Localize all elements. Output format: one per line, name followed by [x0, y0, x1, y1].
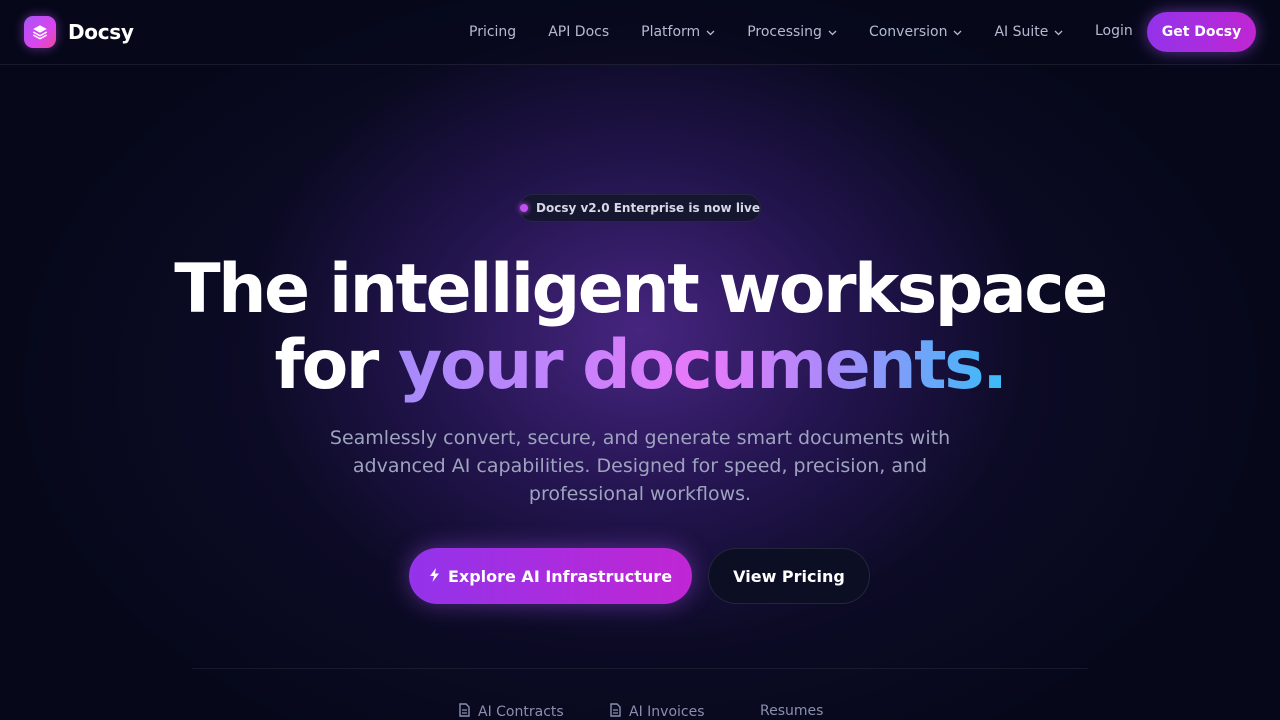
brand-logo[interactable]: Docsy: [24, 16, 134, 48]
announcement-badge[interactable]: Docsy v2.0 Enterprise is now live: [519, 194, 761, 222]
headline-line-2-prefix: for: [274, 326, 399, 405]
chevron-down-icon: [1054, 24, 1063, 40]
tab-label: Resumes: [760, 703, 824, 719]
headline-highlight: your documents.: [398, 326, 1008, 405]
layers-icon: [24, 16, 56, 48]
chevron-down-icon: [706, 24, 715, 40]
tab-resumes[interactable]: Resumes: [760, 703, 823, 719]
primary-cta-label: Explore AI Infrastructure: [447, 566, 673, 586]
nav-links: Pricing API Docs Platform Processing Con…: [469, 0, 1095, 64]
nav-link-pricing[interactable]: Pricing: [469, 24, 516, 40]
nav-link-processing[interactable]: Processing: [747, 24, 837, 40]
tab-ai-contracts[interactable]: AI Contracts: [459, 703, 564, 720]
nav-link-api-docs[interactable]: API Docs: [548, 24, 609, 40]
top-navigation: Docsy Pricing API Docs Platform Processi…: [0, 0, 1280, 65]
nav-link-platform[interactable]: Platform: [641, 24, 715, 40]
section-divider: [192, 668, 1088, 669]
tab-ai-invoices[interactable]: AI Invoices: [610, 703, 705, 720]
use-case-tabs: AI Contracts AI Invoices Resumes: [0, 703, 1280, 720]
explore-ai-infrastructure-button[interactable]: Explore AI Infrastructure: [409, 548, 692, 604]
get-docsy-button[interactable]: Get Docsy: [1147, 12, 1256, 52]
document-icon: [459, 703, 470, 720]
badge-text: Docsy v2.0 Enterprise is now live: [536, 201, 761, 215]
headline-line-1: The intelligent workspace: [174, 250, 1108, 329]
view-pricing-button[interactable]: View Pricing: [708, 548, 870, 604]
nav-link-conversion[interactable]: Conversion: [869, 24, 963, 40]
status-dot: [520, 204, 528, 212]
chevron-down-icon: [828, 24, 837, 40]
nav-link-label: AI Suite: [994, 24, 1049, 40]
chevron-down-icon: [953, 24, 962, 40]
nav-link-label: API Docs: [548, 24, 610, 40]
nav-link-label: Conversion: [868, 24, 948, 40]
nav-link-ai-suite[interactable]: AI Suite: [994, 24, 1063, 40]
hero-headline: The intelligent workspace for your docum…: [0, 252, 1280, 404]
nav-link-label: Pricing: [469, 24, 517, 40]
brand-name: Docsy: [68, 20, 134, 44]
document-icon: [610, 703, 621, 720]
login-link[interactable]: Login: [1095, 23, 1133, 39]
lightning-icon: [429, 567, 440, 586]
tab-label: AI Invoices: [629, 704, 705, 720]
nav-link-label: Platform: [641, 24, 701, 40]
hero-subtitle: Seamlessly convert, secure, and generate…: [329, 427, 951, 505]
tab-label: AI Contracts: [478, 704, 564, 720]
nav-link-label: Processing: [747, 24, 822, 40]
